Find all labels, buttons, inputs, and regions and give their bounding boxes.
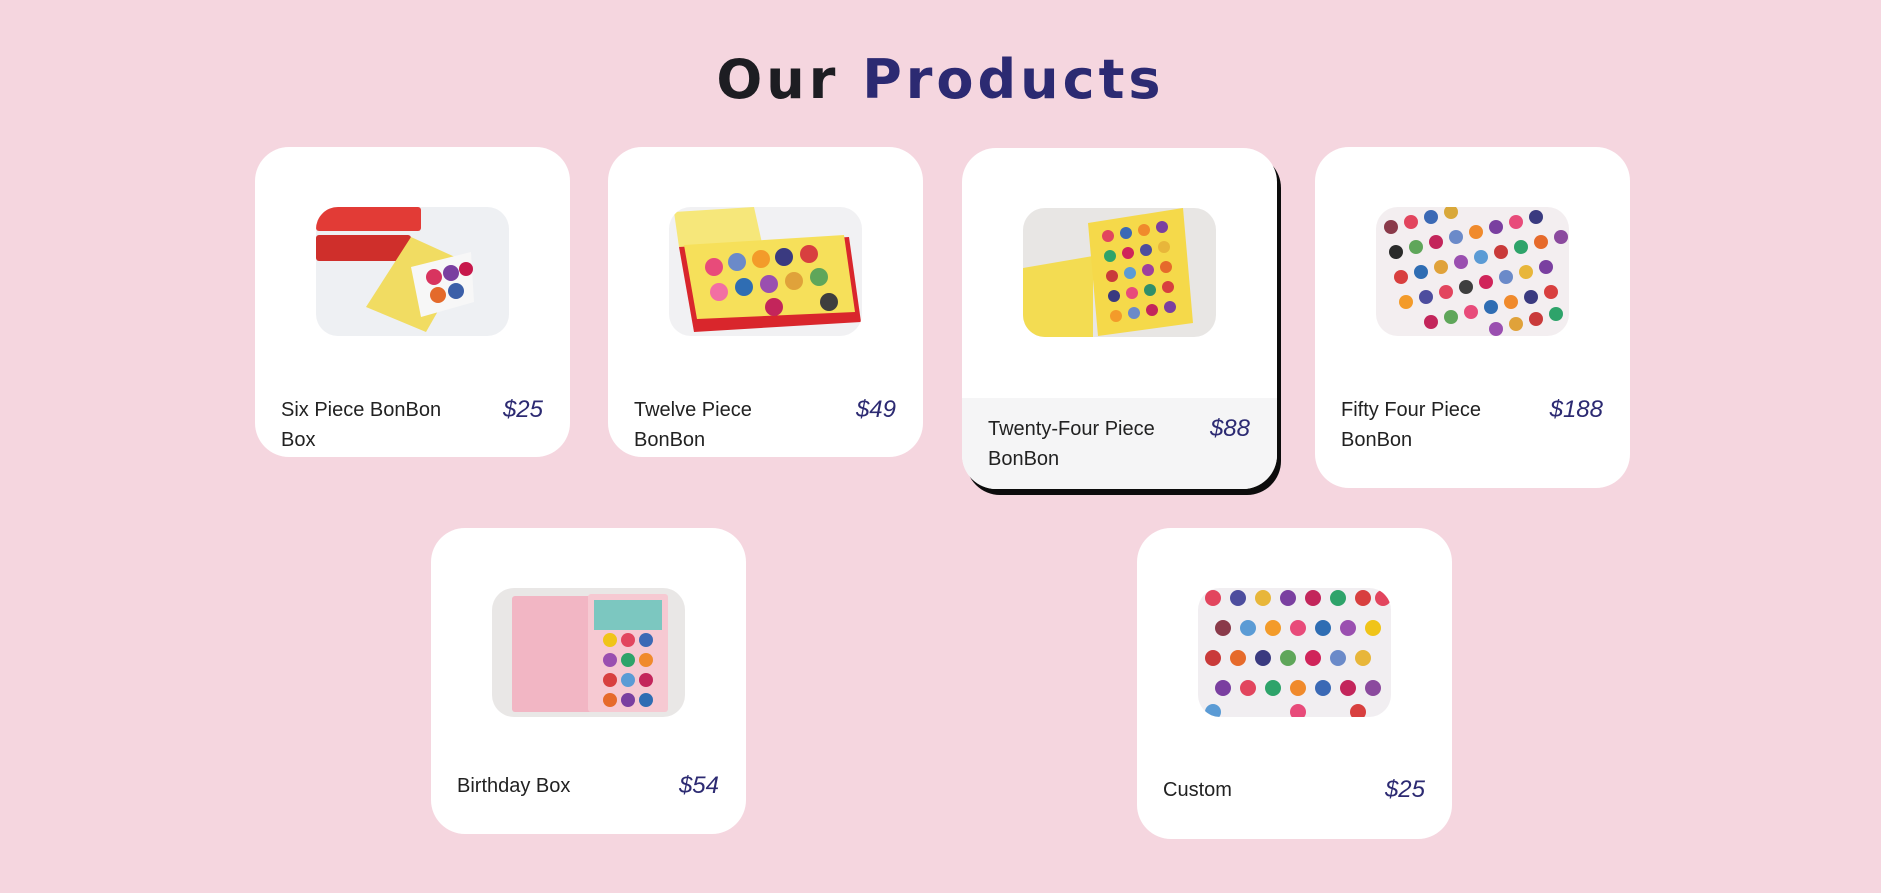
products-page: Our Products Six Piece BonBon Box $25 Tw… [0,0,1881,893]
product-card-twenty-four-piece[interactable]: Twenty-Four Piece BonBon $88 [962,148,1277,489]
title-word-products: Products [862,48,1165,111]
product-card-six-piece[interactable]: Six Piece BonBon Box $25 [255,147,570,457]
product-image[interactable] [1023,208,1216,337]
product-name: Fifty Four Piece BonBon [1341,399,1482,451]
product-image[interactable] [316,207,509,336]
product-image[interactable] [1376,207,1569,336]
product-name: Birthday Box [457,775,571,797]
page-title: Our Products [0,48,1881,111]
product-image[interactable] [669,207,862,336]
product-card-twelve-piece[interactable]: Twelve Piece BonBon $49 [608,147,923,457]
product-image[interactable] [1198,588,1391,717]
product-name: Twenty-Four Piece BonBon [988,418,1155,470]
product-name: Six Piece BonBon Box [281,399,442,451]
product-card-birthday-box[interactable]: Birthday Box $54 [431,528,746,834]
product-card-fifty-four-piece[interactable]: Fifty Four Piece BonBon $188 [1315,147,1630,488]
product-image[interactable] [492,588,685,717]
product-price: $88 [1209,415,1250,442]
product-name: Twelve Piece BonBon [634,399,752,451]
product-price: $49 [855,396,896,423]
product-price: $54 [678,772,719,799]
product-price: $25 [502,396,543,423]
product-price: $25 [1384,776,1425,803]
product-name: Custom [1163,779,1232,801]
product-card-custom[interactable]: Custom $25 [1137,528,1452,839]
title-word-our: Our [716,48,840,111]
product-price: $188 [1549,396,1603,423]
